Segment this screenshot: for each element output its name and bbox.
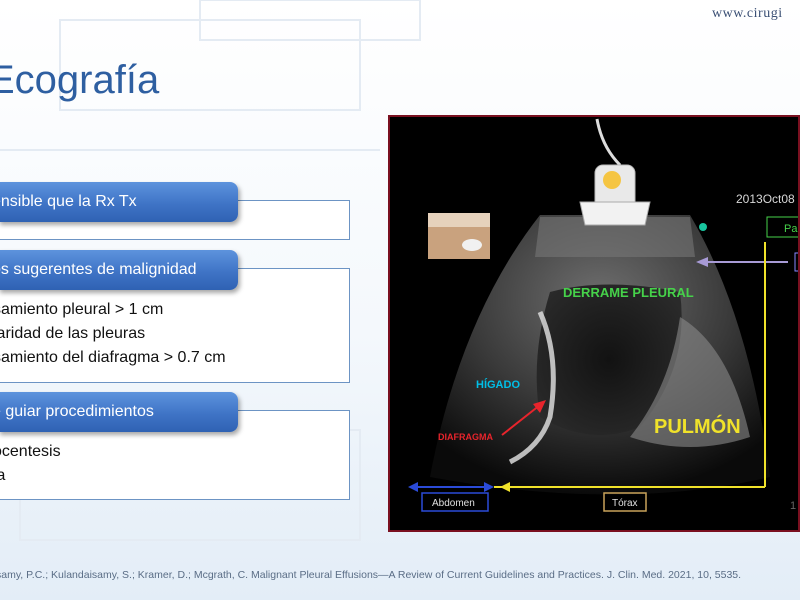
section-3-item: ia	[0, 467, 6, 484]
scan-date: 2013Oct08	[736, 192, 795, 206]
section-3-heading: e guiar procedimientos	[0, 403, 154, 420]
ultrasound-graphic: 2013Oct08 Par DERRAME PLEURAL HÍGADO DIA…	[408, 118, 800, 512]
ultrasound-image: 2013Oct08 Par DERRAME PLEURAL HÍGADO DIA…	[388, 115, 800, 532]
transducer-probe-icon	[579, 118, 651, 226]
liver-label: HÍGADO	[476, 378, 520, 391]
page-number: 1	[790, 500, 797, 512]
section-3-header: e guiar procedimientos	[0, 392, 238, 432]
section-2-header: os sugerentes de malignidad	[0, 250, 238, 290]
thorax-label: Tórax	[612, 498, 638, 509]
section-1-heading: ensible que la Rx Tx	[0, 193, 137, 210]
section-3-item: ocentesis	[0, 443, 61, 460]
marker-dot-icon	[699, 223, 707, 231]
side-label: Par	[784, 223, 800, 235]
section-2-item: samiento pleural > 1 cm	[0, 301, 164, 318]
effusion-label: DERRAME PLEURAL	[563, 285, 694, 300]
reference-footnote: samy, P.C.; Kulandaisamy, S.; Kramer, D.…	[0, 569, 742, 581]
section-2-item: samiento del diafragma > 0.7 cm	[0, 349, 226, 366]
section-2-heading: os sugerentes de malignidad	[0, 261, 197, 278]
website-url[interactable]: www.cirugi	[712, 6, 783, 22]
patient-photo-thumbnail	[428, 213, 490, 259]
section-2-item: laridad de las pleuras	[0, 325, 146, 342]
diaphragm-label: DIAFRAGMA	[438, 432, 493, 442]
section-1-header: ensible que la Rx Tx	[0, 182, 238, 222]
abdomen-label: Abdomen	[432, 498, 475, 509]
lung-label: PULMÓN	[654, 414, 741, 438]
slide-title: Ecografía	[0, 58, 160, 102]
